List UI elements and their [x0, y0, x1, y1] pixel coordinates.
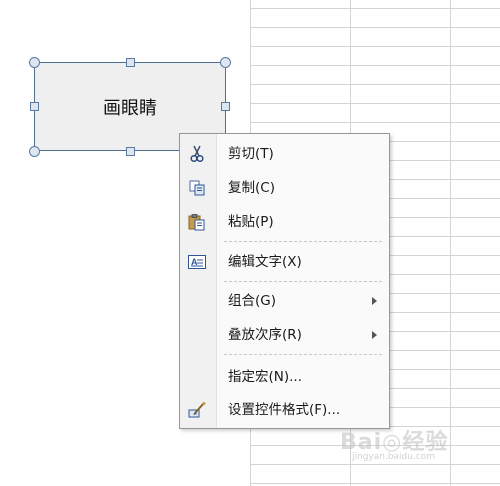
menu-separator — [224, 354, 382, 355]
resize-handle-left[interactable] — [30, 102, 39, 111]
copy-icon — [187, 179, 207, 197]
menu-item-assign-macro[interactable]: 指定宏(N)... — [180, 362, 389, 392]
menu-item-label: 编辑文字(X) — [228, 254, 302, 270]
menu-item-cut[interactable]: 剪切(T) — [180, 139, 389, 169]
submenu-arrow-icon — [372, 331, 377, 339]
paste-icon — [187, 213, 207, 231]
scissors-icon — [187, 145, 207, 163]
menu-item-label: 指定宏(N)... — [228, 369, 303, 385]
menu-item-label: 粘贴(P) — [228, 214, 274, 230]
menu-item-order[interactable]: 叠放次序(R) — [180, 320, 389, 350]
resize-handle-right[interactable] — [221, 102, 230, 111]
resize-handle-top-left[interactable] — [29, 57, 40, 68]
menu-item-paste[interactable]: 粘贴(P) — [180, 207, 389, 237]
context-menu: 剪切(T) 复制(C) 粘贴(P) A 编辑文字(X) 组合(G) 叠放次序(R… — [179, 133, 390, 429]
menu-item-label: 设置控件格式(F)... — [228, 402, 341, 418]
menu-separator — [224, 281, 382, 282]
watermark-url: jingyan.baidu.com — [352, 452, 436, 462]
resize-handle-bottom[interactable] — [126, 147, 135, 156]
menu-item-label: 剪切(T) — [228, 146, 274, 162]
submenu-arrow-icon — [372, 297, 377, 305]
menu-item-copy[interactable]: 复制(C) — [180, 173, 389, 203]
format-control-icon — [187, 401, 207, 419]
menu-separator — [224, 241, 382, 242]
menu-item-label: 组合(G) — [228, 293, 276, 309]
menu-item-format-control[interactable]: 设置控件格式(F)... — [180, 395, 389, 425]
menu-item-label: 叠放次序(R) — [228, 327, 302, 343]
resize-handle-bottom-left[interactable] — [29, 146, 40, 157]
menu-item-label: 复制(C) — [228, 180, 275, 196]
edit-text-icon: A — [187, 253, 207, 271]
resize-handle-top-right[interactable] — [220, 57, 231, 68]
menu-item-group[interactable]: 组合(G) — [180, 286, 389, 316]
menu-item-edit-text[interactable]: A 编辑文字(X) — [180, 247, 389, 277]
resize-handle-top[interactable] — [126, 58, 135, 67]
